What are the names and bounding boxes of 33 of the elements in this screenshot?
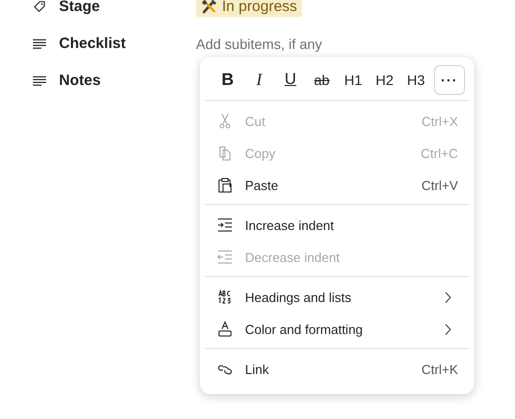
menu-item[interactable]: Increase indent (200, 209, 474, 241)
stage-badge[interactable]: In progress (196, 0, 302, 17)
text-color-icon (217, 321, 233, 337)
menu-item[interactable]: Headings and lists (200, 281, 474, 313)
format-button[interactable]: H2 (368, 65, 400, 95)
copy-icon (217, 145, 233, 161)
abc-numbers-icon (217, 289, 233, 305)
field-label: Checklist (59, 35, 127, 52)
format-button[interactable]: I (243, 65, 275, 95)
tools-icon (201, 0, 217, 14)
outdent-icon (217, 249, 233, 265)
menu-item[interactable]: Paste Ctrl+V (200, 169, 474, 201)
text-lines-icon (32, 37, 47, 50)
clipboard-icon (217, 177, 233, 193)
text-lines-icon (32, 74, 47, 87)
format-button[interactable]: U (274, 65, 306, 95)
field-label: Notes (59, 72, 102, 89)
format-button[interactable]: H3 (400, 65, 432, 95)
scissors-icon (217, 113, 233, 129)
indent-icon (217, 217, 233, 233)
shortcut-text: Ctrl+V (422, 178, 458, 192)
format-button[interactable]: ab (306, 65, 338, 95)
menu-item[interactable]: Color and formatting (200, 313, 474, 345)
shortcut-text: Ctrl+X (422, 114, 458, 128)
field-label: Stage (59, 0, 101, 15)
format-button[interactable]: H1 (338, 65, 369, 95)
checklist-field[interactable]: Add subitems, if any (196, 36, 396, 52)
menu-item[interactable]: Link Ctrl+K (200, 353, 474, 385)
more-button[interactable]: ··· (434, 65, 465, 95)
shortcut-text: Ctrl+C (420, 146, 458, 160)
shortcut-text: Ctrl+K (422, 362, 458, 376)
tag-icon (32, 0, 47, 13)
format-button[interactable]: B (212, 65, 244, 95)
